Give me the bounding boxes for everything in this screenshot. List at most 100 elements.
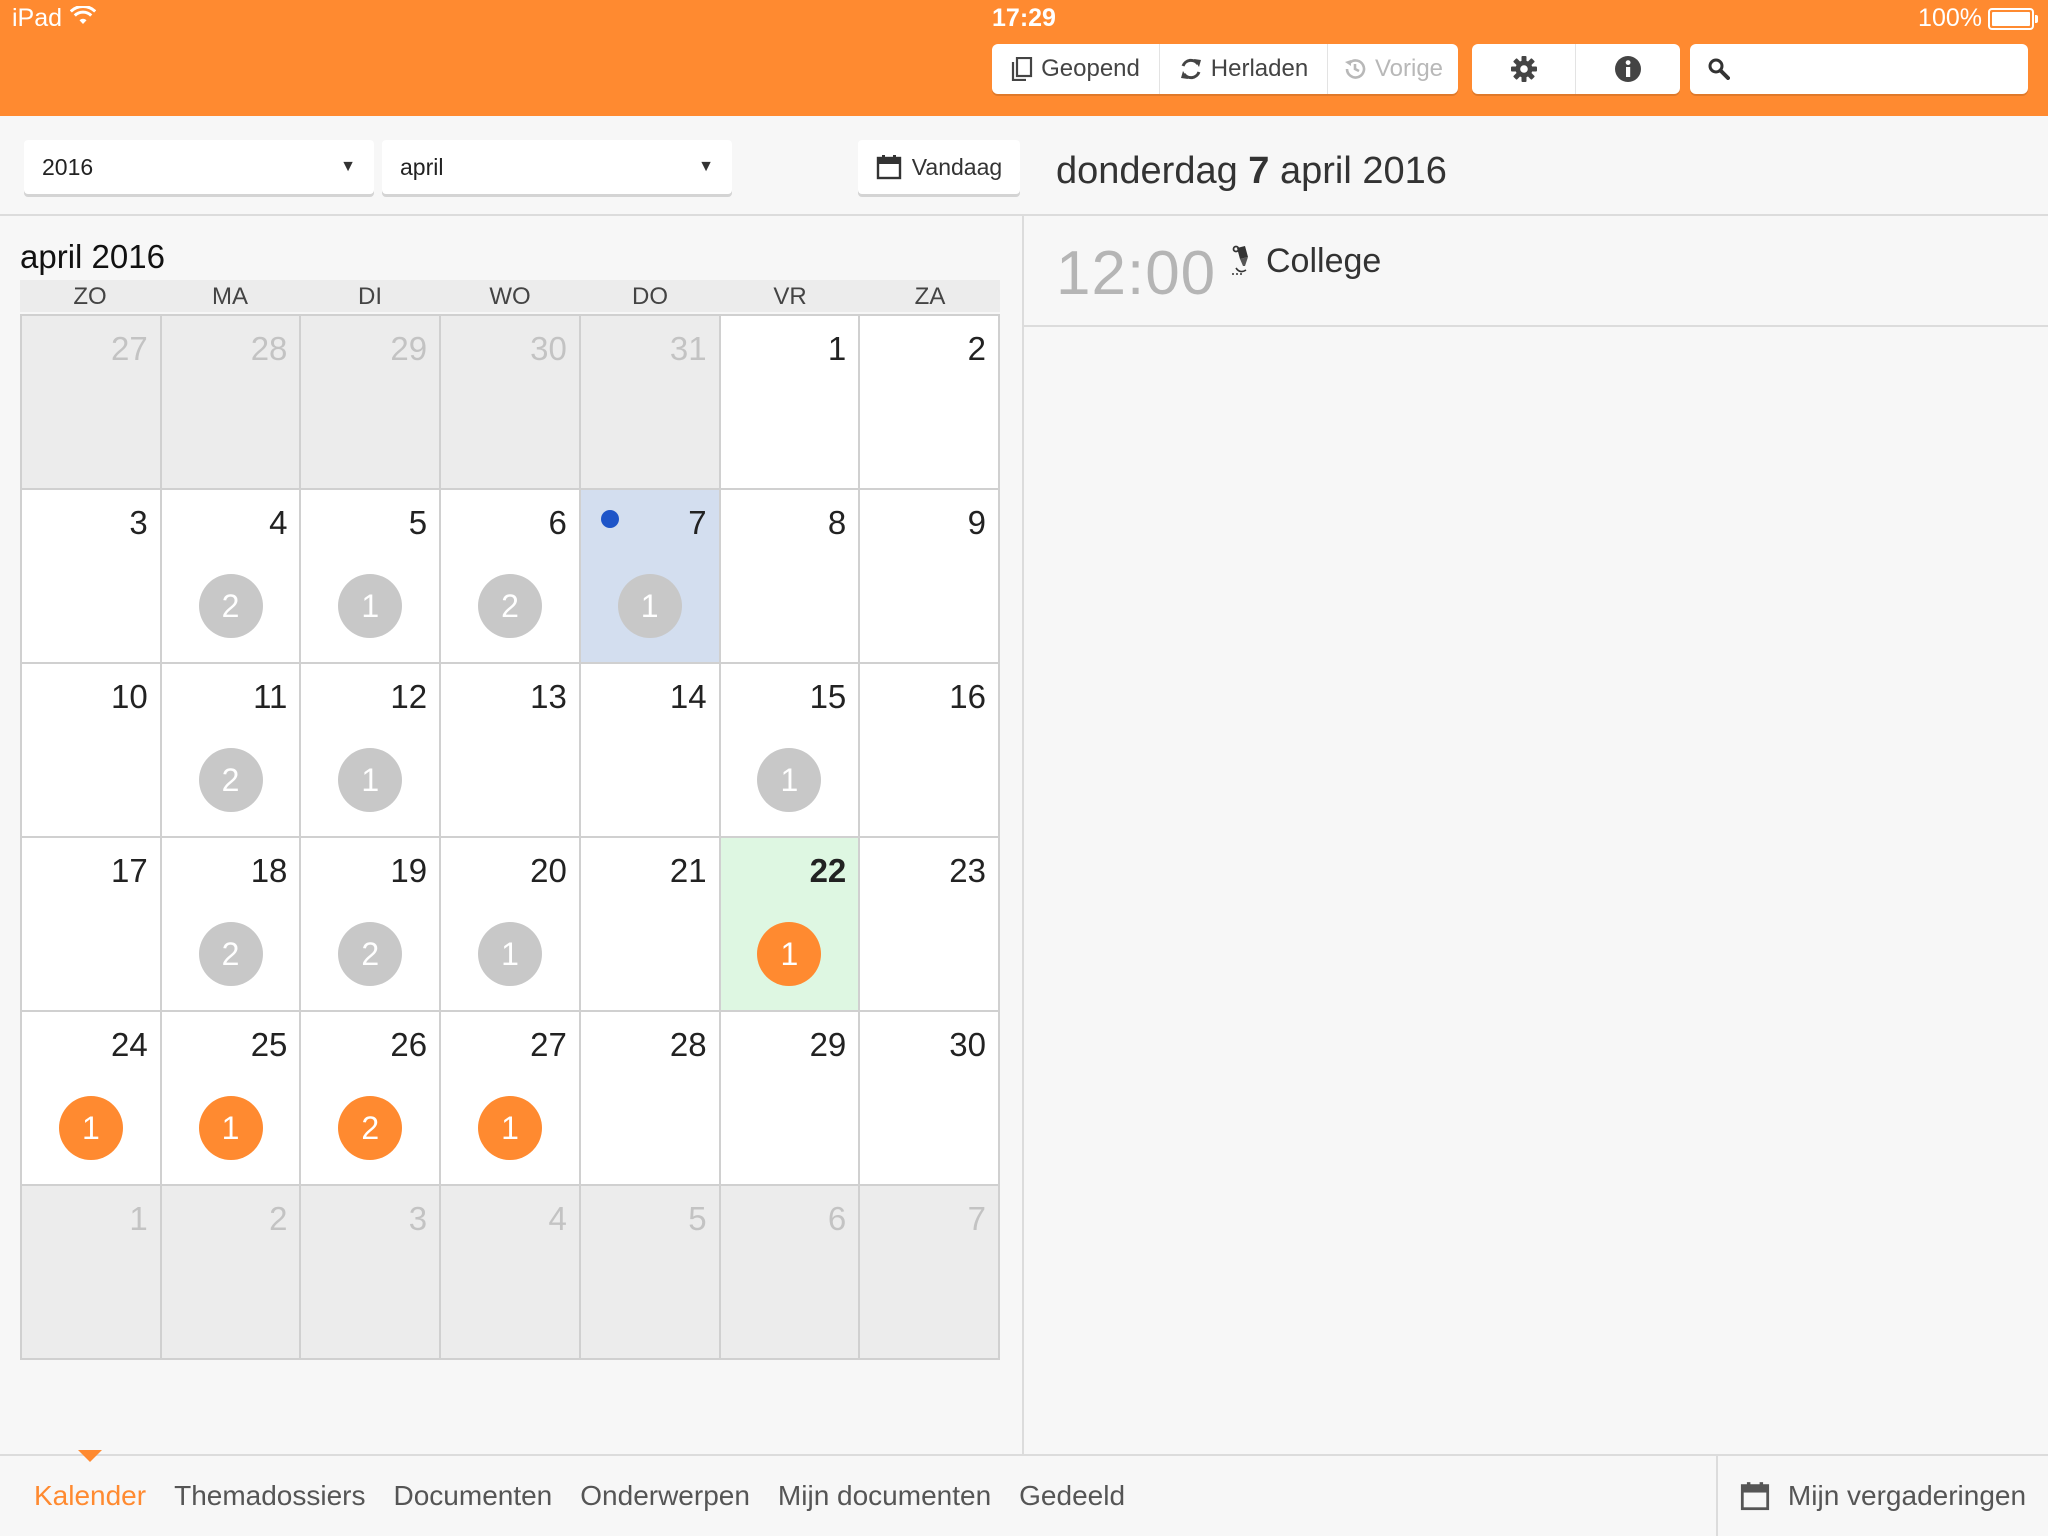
day-cell[interactable]: 1 — [22, 1186, 160, 1358]
day-number: 17 — [110, 852, 148, 889]
search-icon — [1708, 58, 1730, 80]
day-cell[interactable]: 17 — [22, 838, 160, 1010]
today-label: Vandaag — [911, 153, 1003, 180]
day-cell[interactable]: 26 2 — [301, 1012, 440, 1184]
search-box[interactable] — [1690, 44, 2028, 94]
day-number: 8 — [827, 504, 847, 541]
settings-button-group — [1472, 44, 1680, 94]
meeting-count-badge: 2 — [338, 1096, 403, 1160]
meeting-count-badge: 1 — [338, 748, 403, 812]
day-cell[interactable]: 3 — [22, 490, 160, 662]
day-cell[interactable]: 15 1 — [720, 664, 859, 836]
day-cell[interactable]: 25 1 — [161, 1012, 300, 1184]
reload-button[interactable]: Herladen — [1160, 44, 1328, 94]
gear-icon — [1510, 55, 1538, 83]
day-cell[interactable]: 8 — [720, 490, 859, 662]
day-number: 2 — [269, 1200, 288, 1237]
day-cell[interactable]: 28 — [580, 1012, 719, 1184]
day-cell[interactable]: 18 2 — [161, 838, 300, 1010]
day-cell[interactable]: 2 — [860, 316, 998, 488]
day-cell[interactable]: 31 — [580, 316, 719, 488]
day-number: 28 — [250, 330, 288, 367]
day-cell[interactable]: 16 — [860, 664, 998, 836]
meeting-count-badge: 2 — [198, 574, 263, 638]
previous-button[interactable]: Vorige — [1328, 44, 1458, 94]
day-number: 7 — [688, 504, 707, 541]
day-cell[interactable]: 2 — [161, 1186, 300, 1358]
battery-percent: 100% — [1918, 4, 1982, 32]
day-cell[interactable]: 42 — [161, 490, 300, 662]
day-cell[interactable]: 28 — [161, 316, 300, 488]
tab-mijn-documenten[interactable]: Mijn documenten — [764, 1480, 1005, 1512]
month-select[interactable]: april ▼ — [382, 140, 732, 194]
tab-list: Kalender Themadossiers Documenten Onderwerp… — [0, 1450, 1139, 1536]
my-meetings-button[interactable]: Mijn vergaderingen — [1716, 1456, 2048, 1536]
tab-onderwerpen[interactable]: Onderwerpen — [566, 1480, 764, 1512]
day-cell[interactable]: 22 1 — [720, 838, 859, 1010]
day-cell[interactable]: 5 — [580, 1186, 719, 1358]
day-cell[interactable]: 20 1 — [441, 838, 579, 1010]
search-input[interactable] — [1742, 55, 2026, 83]
meeting-count-badge: 2 — [338, 922, 403, 986]
meeting-count-badge: 1 — [757, 922, 822, 986]
day-cell[interactable]: 24 1 — [22, 1012, 160, 1184]
day-number: 7 — [967, 1200, 986, 1237]
weekday-label: MA — [212, 283, 248, 310]
event-title[interactable]: College — [1266, 242, 1381, 281]
day-cell[interactable]: 4 — [441, 1186, 579, 1358]
battery-icon — [1988, 7, 2038, 30]
tab-documenten[interactable]: Documenten — [380, 1480, 567, 1512]
day-cell[interactable]: 10 — [22, 664, 160, 836]
day-number: 6 — [548, 504, 567, 541]
day-number: 26 — [390, 1026, 428, 1063]
day-number: 3 — [129, 504, 148, 541]
info-icon — [1614, 55, 1642, 83]
day-number: 21 — [669, 852, 707, 889]
today-button[interactable]: Vandaag — [858, 140, 1020, 194]
day-cell[interactable]: 29 — [720, 1012, 859, 1184]
year-select[interactable]: 2016 ▼ — [24, 140, 374, 194]
day-cell[interactable]: 27 — [22, 316, 160, 488]
day-cell[interactable]: 21 — [580, 838, 719, 1010]
day-cell[interactable]: 11 2 — [161, 664, 300, 836]
day-cell[interactable]: 13 — [441, 664, 579, 836]
day-number: 27 — [530, 1026, 567, 1063]
day-cell[interactable]: 23 — [860, 838, 998, 1010]
day-cell[interactable]: 30 — [860, 1012, 998, 1184]
tab-gedeeld[interactable]: Gedeeld — [1005, 1480, 1139, 1512]
day-number: 6 — [827, 1200, 847, 1237]
dropdown-caret-icon: ▼ — [340, 158, 356, 175]
day-cell[interactable]: 1 — [720, 316, 859, 488]
day-number: 5 — [688, 1200, 707, 1237]
meeting-count-badge: 2 — [198, 748, 263, 812]
meeting-count-badge: 2 — [198, 922, 263, 986]
day-cell[interactable]: 19 2 — [301, 838, 440, 1010]
event-row[interactable]: 12:00 — [1024, 218, 2048, 326]
tab-themadossiers[interactable]: Themadossiers — [160, 1480, 379, 1512]
day-number: 22 — [809, 852, 847, 889]
day-number: 12 — [390, 678, 428, 715]
day-number: 23 — [949, 852, 986, 889]
tab-kalender[interactable]: Kalender — [20, 1450, 160, 1512]
day-cell[interactable]: 71 — [580, 490, 719, 662]
day-cell[interactable]: 29 — [301, 316, 440, 488]
day-cell[interactable]: 62 — [441, 490, 579, 662]
day-cell[interactable]: 7 — [860, 1186, 998, 1358]
weekday-label: ZO — [73, 283, 107, 310]
opened-button[interactable]: Geopend — [992, 44, 1160, 94]
day-number: 29 — [390, 330, 428, 367]
weekday-label: DI — [358, 283, 382, 310]
day-cell[interactable]: 6 — [720, 1186, 859, 1358]
month-value: april — [400, 153, 444, 180]
day-cell[interactable]: 12 1 — [301, 664, 440, 836]
day-cell[interactable]: 14 — [580, 664, 719, 836]
day-cell[interactable]: 51 — [301, 490, 440, 662]
day-cell[interactable]: 27 1 — [441, 1012, 579, 1184]
day-cell[interactable]: 3 — [301, 1186, 440, 1358]
day-number: 3 — [408, 1200, 428, 1237]
settings-button[interactable] — [1472, 44, 1576, 94]
day-cell[interactable]: 30 — [441, 316, 579, 488]
info-button[interactable] — [1576, 44, 1680, 94]
meeting-count-badge: 1 — [617, 574, 682, 638]
day-cell[interactable]: 9 — [860, 490, 998, 662]
